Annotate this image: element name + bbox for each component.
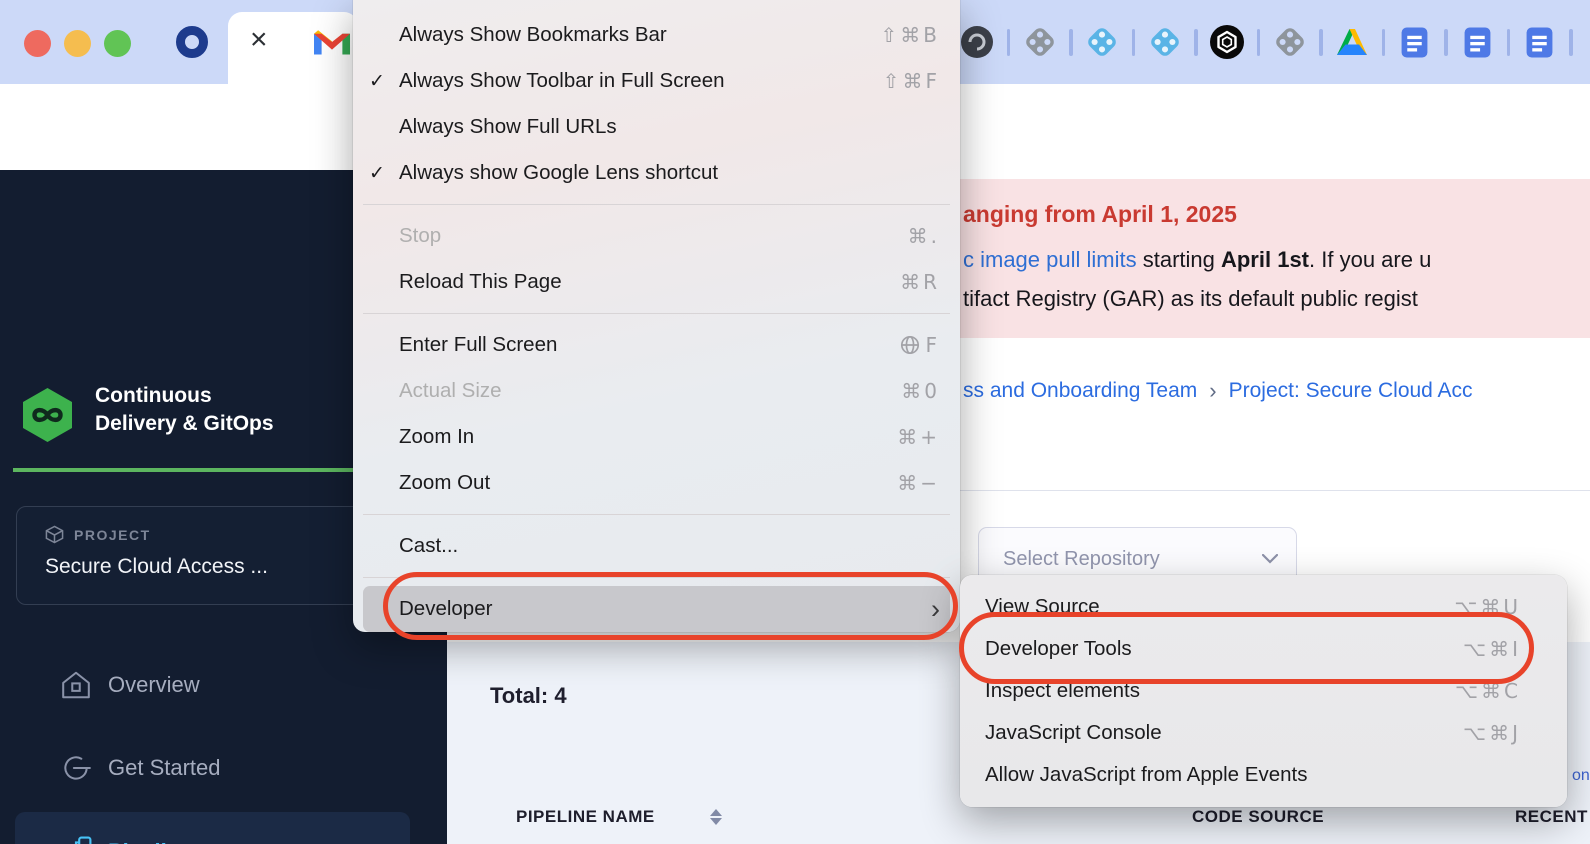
sort-icon[interactable] — [710, 809, 722, 825]
sidebar-item-get-started[interactable]: Get Started — [0, 745, 447, 791]
menu-item-label: Zoom In — [399, 425, 474, 449]
menu-item-label: Zoom Out — [399, 471, 490, 495]
tab-favicon-google-docs[interactable] — [1448, 27, 1507, 58]
breadcrumb: ss and Onboarding Team › Project: Secure… — [963, 378, 1473, 404]
menu-item-label: Always Show Full URLs — [399, 115, 617, 139]
tab-favicon-diamond-blue[interactable] — [1135, 23, 1194, 61]
module-title: Continuous Delivery & GitOps — [95, 382, 295, 438]
menu-item-zoom-in[interactable]: Zoom In ⌘+ — [353, 414, 960, 460]
total-count: Total: 4 — [490, 683, 567, 709]
partial-link-text[interactable]: on — [1572, 767, 1590, 785]
sidebar-item-pipelines[interactable]: Pipelines — [15, 812, 410, 844]
globe-key-icon — [900, 335, 920, 355]
checkmark-icon: ✓ — [369, 162, 399, 185]
banner-text-end: . If you are u — [1309, 247, 1431, 272]
menu-item-stop: Stop ⌘. — [353, 213, 960, 259]
breadcrumb-project-link[interactable]: Project: Secure Cloud Acc — [1229, 379, 1473, 403]
pipelines-icon — [60, 836, 92, 844]
tab-favicon-google-docs[interactable] — [1385, 27, 1444, 58]
menu-separator — [363, 204, 950, 205]
menu-item-cast[interactable]: Cast... — [353, 523, 960, 569]
annotation-circle-developer-tools — [959, 612, 1534, 684]
menu-shortcut: ⇧⌘F — [883, 69, 940, 93]
sidebar-item-label: Get Started — [108, 755, 221, 781]
sidebar-item-overview[interactable]: Overview — [0, 662, 447, 708]
banner-line2: c image pull limits starting April 1st. … — [963, 247, 1431, 273]
banner-bold-date: April 1st — [1221, 247, 1309, 272]
menu-item-label: Always Show Bookmarks Bar — [399, 23, 667, 47]
menu-item-label: JavaScript Console — [985, 721, 1162, 745]
annotation-circle-developer — [383, 572, 958, 640]
menu-item-enter-full-screen[interactable]: Enter Full Screen F — [353, 322, 960, 368]
menu-separator — [363, 313, 950, 314]
submenu-item-allow-javascript-from-apple-events[interactable]: Allow JavaScript from Apple Events — [960, 754, 1567, 796]
banner-line3: tifact Registry (GAR) as its default pub… — [963, 286, 1418, 312]
menu-item-always-show-toolbar-in-full-screen[interactable]: ✓ Always Show Toolbar in Full Screen ⇧⌘F — [353, 58, 960, 104]
column-header-code-source: CODE SOURCE — [1192, 807, 1324, 827]
menu-shortcut: ⌘+ — [897, 425, 940, 449]
close-tab-icon[interactable]: × — [250, 25, 268, 55]
submenu-item-javascript-console[interactable]: JavaScript Console ⌥⌘J — [960, 712, 1567, 754]
screenshot-stage: anging from April 1, 2025 c image pull l… — [0, 0, 1590, 844]
banner-text: starting — [1137, 247, 1221, 272]
traffic-light-close[interactable] — [24, 30, 51, 57]
tab-favicon-google-drive[interactable] — [1323, 27, 1382, 57]
menu-item-label: Allow JavaScript from Apple Events — [985, 763, 1307, 787]
tab-favicon-diamond-blue[interactable] — [1073, 23, 1132, 61]
menu-item-label: Reload This Page — [399, 270, 562, 294]
menu-separator — [363, 514, 950, 515]
menu-shortcut: ⌘0 — [901, 379, 940, 403]
sidebar-item-label: Pipelines — [108, 839, 205, 844]
menu-item-label: Enter Full Screen — [399, 333, 557, 357]
menu-item-always-show-full-urls[interactable]: Always Show Full URLs — [353, 104, 960, 150]
tab-separator — [1569, 29, 1573, 56]
tab-favicon-chatgpt[interactable] — [1198, 24, 1257, 60]
chevron-down-icon — [1262, 554, 1278, 564]
project-selector-card[interactable]: PROJECT Secure Cloud Access ... — [16, 506, 408, 605]
menu-item-always-show-google-lens-shortcut[interactable]: ✓ Always show Google Lens shortcut — [353, 150, 960, 196]
menu-item-zoom-out[interactable]: Zoom Out ⌘− — [353, 460, 960, 506]
get-started-icon — [60, 752, 92, 784]
breadcrumb-separator-icon: › — [1209, 378, 1216, 404]
sidebar-item-label: Overview — [108, 672, 200, 698]
home-icon — [60, 669, 92, 701]
checkmark-icon: ✓ — [369, 70, 399, 93]
menu-item-label: Stop — [399, 224, 441, 248]
cube-icon — [45, 525, 64, 544]
select-repository-placeholder: Select Repository — [1003, 548, 1262, 571]
tab-favicon-google-docs[interactable] — [1510, 27, 1569, 58]
tab-favicon-diamond-gray[interactable] — [1260, 23, 1319, 61]
menu-shortcut: F — [900, 333, 940, 357]
developer-submenu: View Source ⌥⌘U Developer Tools ⌥⌘I Insp… — [960, 575, 1567, 807]
gmail-tab-icon[interactable] — [314, 27, 350, 55]
menu-item-label: Always Show Toolbar in Full Screen — [399, 69, 725, 93]
menu-item-label: Cast... — [399, 534, 458, 558]
menu-shortcut: ⌥⌘J — [1463, 721, 1521, 745]
menu-shortcut: ⌘. — [908, 224, 940, 248]
menu-item-label: Actual Size — [399, 379, 502, 403]
menu-shortcut: ⌘R — [900, 270, 940, 294]
project-name: Secure Cloud Access ... — [45, 555, 268, 579]
menu-item-label: Always show Google Lens shortcut — [399, 161, 718, 185]
menu-item-always-show-bookmarks-bar[interactable]: Always Show Bookmarks Bar ⇧⌘B — [353, 12, 960, 58]
menu-shortcut: ⌘− — [897, 471, 940, 495]
banner-title: anging from April 1, 2025 — [963, 201, 1237, 228]
menu-shortcut-letter: F — [925, 333, 940, 357]
project-label: PROJECT — [74, 527, 151, 543]
pinned-tab-ring-icon[interactable] — [175, 25, 209, 59]
column-header-recent: RECENT — [1515, 807, 1588, 827]
menu-item-reload-this-page[interactable]: Reload This Page ⌘R — [353, 259, 960, 305]
menu-shortcut: ⇧⌘B — [881, 23, 940, 47]
traffic-light-fullscreen[interactable] — [104, 30, 131, 57]
traffic-light-minimize[interactable] — [64, 30, 91, 57]
banner-link[interactable]: c image pull limits — [963, 247, 1137, 272]
view-menu: Always Show Bookmarks Bar ⇧⌘B ✓ Always S… — [353, 0, 960, 632]
tab-favicon-diamond-gray[interactable] — [1010, 23, 1069, 61]
harness-cd-logo-icon — [21, 387, 74, 443]
breadcrumb-org-link[interactable]: ss and Onboarding Team — [963, 379, 1197, 403]
menu-item-actual-size: Actual Size ⌘0 — [353, 368, 960, 414]
shrunken-tabs-row — [944, 0, 1573, 84]
column-header-pipeline-name[interactable]: PIPELINE NAME — [516, 807, 655, 827]
